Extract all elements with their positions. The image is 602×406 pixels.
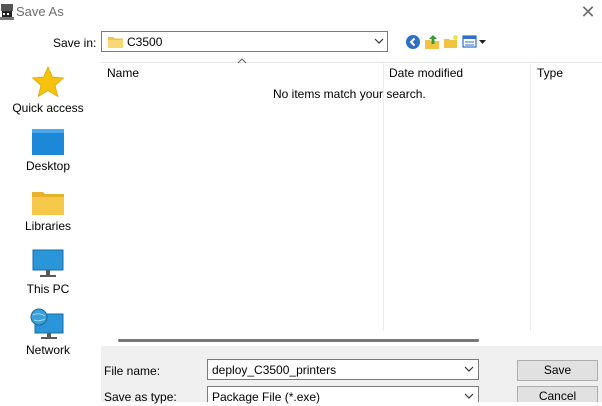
column-divider: [530, 62, 531, 331]
cancel-button[interactable]: Cancel: [517, 386, 598, 403]
libraries-icon: [32, 192, 64, 215]
sidebar-item-desktop[interactable]: Desktop: [0, 128, 96, 173]
empty-list-message: No items match your search.: [273, 87, 426, 101]
sidebar-item-label: Libraries: [24, 219, 72, 233]
save-as-type-dropdown[interactable]: Package File (*.exe): [207, 386, 479, 404]
scrollbar-thumb[interactable]: [118, 339, 479, 342]
chevron-down-icon: [374, 38, 384, 44]
computer-icon: [32, 249, 64, 277]
sidebar-item-label: Quick access: [12, 101, 84, 115]
chevron-down-icon[interactable]: [464, 392, 474, 400]
back-icon[interactable]: [405, 34, 421, 50]
column-header-type[interactable]: Type: [537, 66, 563, 80]
chevron-down-icon[interactable]: [464, 365, 474, 373]
file-name-value: deploy_C3500_printers: [212, 363, 337, 377]
sidebar-item-label: Desktop: [25, 159, 71, 173]
star-icon: [31, 66, 65, 98]
sidebar-item-this-pc[interactable]: This PC: [0, 249, 96, 296]
column-header-name[interactable]: Name: [107, 66, 139, 80]
sidebar-item-label: This PC: [26, 282, 70, 296]
file-name-label: File name:: [104, 364, 161, 378]
new-folder-icon[interactable]: [443, 34, 459, 50]
sidebar-item-libraries[interactable]: Libraries: [0, 190, 96, 233]
sort-ascending-icon: [237, 58, 247, 64]
network-icon: [30, 308, 64, 339]
app-icon: [0, 3, 14, 21]
places-sidebar: Quick access Desktop Libraries This PC N…: [0, 62, 100, 402]
title-bar: [0, 0, 602, 24]
desktop-icon: [32, 129, 64, 155]
folder-icon: [108, 37, 123, 48]
sidebar-item-label: Network: [25, 343, 70, 357]
view-menu-icon[interactable]: [462, 34, 488, 50]
sidebar-item-quick-access[interactable]: Quick access: [0, 66, 96, 115]
sidebar-item-network[interactable]: Network: [0, 308, 96, 357]
file-list[interactable]: [101, 62, 602, 332]
save-button[interactable]: Save: [517, 360, 598, 381]
file-name-input[interactable]: deploy_C3500_printers: [207, 359, 479, 380]
up-folder-icon[interactable]: [424, 34, 440, 50]
column-header-date-modified[interactable]: Date modified: [389, 66, 463, 80]
location-value: C3500: [127, 35, 163, 49]
location-dropdown[interactable]: C3500: [101, 31, 388, 52]
close-button[interactable]: ✕: [578, 2, 598, 22]
save-in-label: Save in:: [53, 36, 97, 50]
window-title: Save As: [16, 4, 64, 19]
column-divider: [383, 62, 384, 331]
